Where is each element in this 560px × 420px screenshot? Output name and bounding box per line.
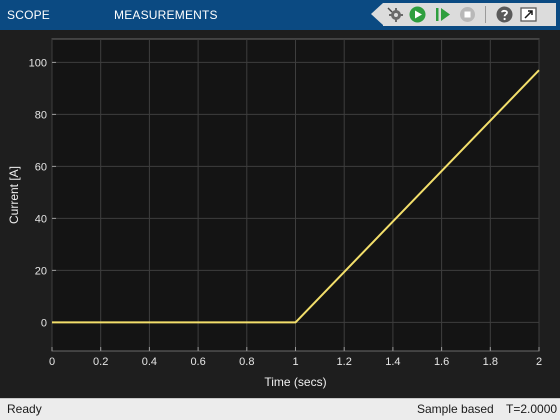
scope-figure: 0 0.2 0.4 0.6 0.8 1 1.2 1.4 1.6 1.8 2 0 20 40 60 80 100… [0, 30, 560, 398]
y-tick-label: 60 [35, 161, 47, 173]
x-tick-label: 0 [49, 356, 55, 368]
x-tick-label: 0.6 [190, 356, 205, 368]
y-tick-label: 20 [35, 265, 47, 277]
current-plot[interactable]: 0 0.2 0.4 0.6 0.8 1 1.2 1.4 1.6 1.8 2 0 20 40 60 80 100… [0, 30, 560, 398]
x-tick-label: 0.4 [142, 356, 157, 368]
y-tick-label: 100 [29, 57, 47, 69]
step-forward-icon[interactable] [433, 5, 452, 24]
quick-access-toolbar [371, 2, 556, 27]
x-tick-label: 1.4 [385, 356, 400, 368]
status-state: Ready [7, 402, 42, 416]
status-mode: Sample based [417, 402, 494, 416]
x-tick-label: 2 [536, 356, 542, 368]
tab-scope[interactable]: SCOPE [7, 0, 50, 30]
x-axis-label: Time (secs) [264, 375, 326, 389]
stop-icon[interactable] [458, 5, 477, 24]
help-icon[interactable] [495, 5, 514, 24]
status-time: T=2.0000 [506, 402, 558, 416]
undock-icon[interactable] [519, 5, 538, 24]
x-tick-label: 0.2 [93, 356, 108, 368]
tab-measurements[interactable]: MEASUREMENTS [114, 0, 218, 30]
toolbar-separator [485, 6, 486, 23]
x-tick-label: 1.6 [434, 356, 449, 368]
y-tick-label: 0 [41, 317, 47, 329]
y-axis-label: Current [A] [7, 166, 21, 224]
x-tick-label: 1 [292, 356, 298, 368]
y-tick-label: 40 [35, 213, 47, 225]
configure-gear-icon[interactable] [385, 5, 404, 24]
toolstrip: SCOPE MEASUREMENTS [0, 0, 560, 30]
x-tick-label: 1.8 [483, 356, 498, 368]
x-tick-label: 0.8 [239, 356, 254, 368]
status-bar: Ready Sample based T=2.0000 [0, 398, 560, 420]
toolbar-arrow-tab [371, 3, 383, 25]
y-tick-label: 80 [35, 109, 47, 121]
x-tick-label: 1.2 [337, 356, 352, 368]
run-icon[interactable] [408, 5, 427, 24]
